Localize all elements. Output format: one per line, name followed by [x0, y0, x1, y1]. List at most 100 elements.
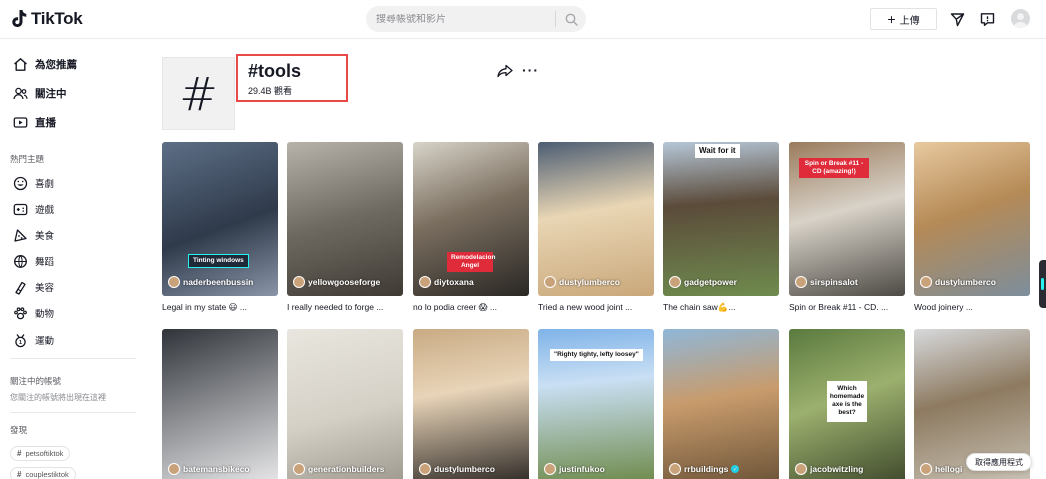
author-name: justinfukoo — [559, 464, 605, 474]
video-caption[interactable]: Spin or Break #11 - CD. ... — [789, 302, 905, 312]
get-app-button[interactable]: 取得應用程式 — [966, 453, 1032, 471]
video-card[interactable]: "Righty tighty, lefty loosey" justinfukoo — [538, 329, 654, 479]
video-card[interactable]: dustylumberco Tried a new wood joint ... — [538, 142, 654, 312]
video-author[interactable]: hellogi — [920, 463, 962, 475]
logo-text: TikTok — [31, 9, 83, 28]
topic-beauty[interactable]: 美容 — [12, 279, 54, 295]
video-thumbnail[interactable]: yellowgooseforge — [287, 142, 403, 296]
topics-heading: 熱門主題 — [10, 154, 45, 164]
video-thumbnail[interactable]: Remodelacion Angel diytoxana — [413, 142, 529, 296]
author-name: dustylumberco — [559, 277, 620, 287]
discover-tag-label: couplestiktok — [25, 470, 69, 479]
author-avatar — [168, 276, 180, 288]
video-author[interactable]: jacobwitzling — [795, 463, 863, 475]
upload-button[interactable]: + 上傳 — [870, 8, 937, 30]
send-icon — [950, 12, 964, 26]
user-silhouette-icon — [1014, 13, 1027, 28]
video-card[interactable]: Tinting windows naderbeenbussin Legal in m… — [162, 142, 278, 313]
video-caption[interactable]: Legal in my state 😃 ... — [162, 302, 278, 313]
author-avatar — [920, 463, 932, 475]
video-author[interactable]: diytoxana — [419, 276, 474, 288]
topic-sports[interactable]: 1 運動 — [12, 332, 54, 348]
video-author[interactable]: naderbeenbussin — [168, 276, 253, 288]
video-author[interactable]: justinfukoo — [544, 463, 605, 475]
following-accounts-heading: 關注中的帳號 — [10, 376, 62, 386]
video-author[interactable]: dustylumberco — [920, 276, 996, 288]
video-card[interactable]: dustylumberco Wood joinery ... — [914, 142, 1030, 312]
video-caption[interactable]: Wood joinery ... — [914, 302, 1030, 312]
search-input[interactable] — [366, 13, 555, 25]
topic-comedy[interactable]: 喜劇 — [12, 175, 54, 191]
video-thumbnail[interactable]: dustylumberco — [538, 142, 654, 296]
video-author[interactable]: batemansbikeco — [168, 463, 250, 475]
video-author[interactable]: rrbuildings ✓ — [669, 463, 740, 475]
author-avatar — [544, 276, 556, 288]
video-thumbnail[interactable]: Which homemade axe is the best? jacobwitz… — [789, 329, 905, 479]
video-author[interactable]: yellowgooseforge — [293, 276, 380, 288]
video-card[interactable]: batemansbikeco — [162, 329, 278, 479]
upload-label: 上傳 — [899, 15, 920, 27]
topic-label: 遊戲 — [35, 205, 55, 216]
video-thumbnail[interactable]: "Righty tighty, lefty loosey" justinfukoo — [538, 329, 654, 479]
video-thumbnail[interactable]: Wait for it gadgetpower — [663, 142, 779, 296]
video-author[interactable]: sirspinsalot — [795, 276, 858, 288]
video-author[interactable]: dustylumberco — [544, 276, 620, 288]
author-avatar — [419, 276, 431, 288]
discover-tag[interactable]: # petsoftiktok — [10, 446, 71, 461]
inbox-button[interactable] — [978, 10, 996, 28]
video-card[interactable]: generationbuilders — [287, 329, 403, 479]
search-button[interactable] — [556, 6, 586, 32]
author-avatar — [168, 463, 180, 475]
plus-icon: + — [887, 11, 896, 27]
video-thumbnail[interactable]: generationbuilders — [287, 329, 403, 479]
video-thumbnail[interactable]: dustylumberco — [914, 142, 1030, 296]
home-icon — [12, 56, 28, 72]
comedy-icon — [12, 175, 28, 191]
topic-food[interactable]: 美食 — [12, 227, 54, 243]
video-author[interactable]: dustylumberco — [419, 463, 495, 475]
more-options-icon[interactable]: ··· — [522, 63, 539, 77]
video-caption[interactable]: The chain saw💪... — [663, 302, 779, 313]
topic-gaming[interactable]: 遊戲 — [12, 201, 54, 217]
discover-tag[interactable]: # couplestiktok — [10, 467, 76, 479]
hashtag-icon: # — [17, 449, 22, 458]
video-caption[interactable]: I really needed to forge ... — [287, 302, 403, 312]
video-card[interactable]: Wait for it gadgetpower The chain saw💪... — [663, 142, 779, 313]
video-card[interactable]: Remodelacion Angel diytoxana no lo podia c… — [413, 142, 529, 313]
page-title: #tools — [248, 61, 302, 81]
video-thumbnail[interactable]: rrbuildings ✓ — [663, 329, 779, 479]
side-panel-handle[interactable] — [1039, 260, 1046, 308]
avatar[interactable] — [1011, 9, 1030, 28]
share-icon[interactable] — [497, 64, 513, 78]
video-caption[interactable]: no lo podia creer 😱 ... — [413, 302, 529, 313]
sidebar-item-for-you[interactable]: 為您推薦 — [12, 56, 77, 72]
topic-label: 喜劇 — [35, 179, 55, 190]
beauty-icon — [12, 279, 28, 295]
sidebar-item-live[interactable]: 直播 — [12, 114, 56, 130]
dance-icon — [12, 253, 28, 269]
sidebar-divider — [10, 412, 136, 413]
video-card[interactable]: Which homemade axe is the best? jacobwitz… — [789, 329, 905, 479]
search-icon — [565, 13, 578, 26]
topic-label: 美食 — [35, 231, 55, 242]
discover-heading: 發現 — [10, 425, 28, 435]
topic-animals[interactable]: 動物 — [12, 305, 54, 321]
messages-button[interactable] — [948, 10, 966, 28]
video-thumbnail[interactable]: batemansbikeco — [162, 329, 278, 479]
sidebar-divider — [10, 358, 136, 359]
food-icon — [12, 227, 28, 243]
video-card[interactable]: Spin or Break #11 - CD (amazing!) sirspin… — [789, 142, 905, 312]
video-card[interactable]: yellowgooseforge I really needed to forge… — [287, 142, 403, 312]
sidebar-item-following[interactable]: 關注中 — [12, 85, 67, 101]
hashtag-icon: # — [17, 470, 22, 479]
video-card[interactable]: dustylumberco — [413, 329, 529, 479]
tiktok-logo[interactable]: TikTok — [10, 9, 83, 29]
video-author[interactable]: generationbuilders — [293, 463, 385, 475]
topic-dance[interactable]: 舞蹈 — [12, 253, 54, 269]
video-thumbnail[interactable]: dustylumberco — [413, 329, 529, 479]
video-thumbnail[interactable]: Tinting windows naderbeenbussin — [162, 142, 278, 296]
video-author[interactable]: gadgetpower — [669, 276, 737, 288]
video-card[interactable]: rrbuildings ✓ — [663, 329, 779, 479]
video-thumbnail[interactable]: Spin or Break #11 - CD (amazing!) sirspin… — [789, 142, 905, 296]
video-caption[interactable]: Tried a new wood joint ... — [538, 302, 654, 312]
